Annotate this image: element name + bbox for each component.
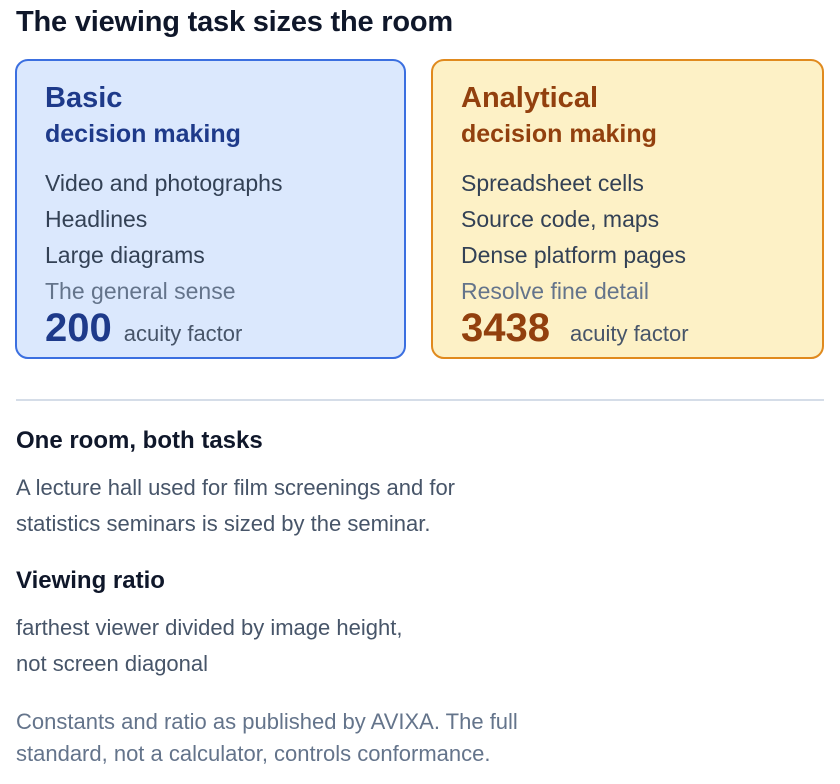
card-item: Source code, maps <box>461 206 660 232</box>
card-item: Large diagrams <box>45 242 205 268</box>
card-item: Spreadsheet cells <box>461 170 644 196</box>
acuity-factor-label: acuity factor <box>123 321 243 346</box>
acuity-factor-value: 200 <box>45 306 112 350</box>
card-note: The general sense <box>45 278 236 304</box>
acuity-factor-value: 3438 <box>461 306 550 350</box>
section-text-line: farthest viewer divided by image height, <box>16 615 403 640</box>
section-text-line: statistics seminars is sized by the semi… <box>16 511 431 536</box>
footnote-line: standard, not a calculator, controls con… <box>16 741 491 766</box>
card-item: Video and photographs <box>45 170 283 196</box>
section-text-line: not screen diagonal <box>16 651 209 676</box>
card-subtitle: decision making <box>45 120 241 148</box>
section-heading-one-room: One room, both tasks <box>16 427 263 454</box>
analytical-decision-card: Analytical decision making Spreadsheet c… <box>431 59 824 359</box>
card-note: Resolve fine detail <box>461 278 649 304</box>
card-item: Headlines <box>45 206 148 232</box>
card-item: Dense platform pages <box>461 242 687 268</box>
footnote-line: Constants and ratio as published by AVIX… <box>16 709 518 734</box>
section-text-line: A lecture hall used for film screenings … <box>16 475 456 500</box>
acuity-factor-label: acuity factor <box>569 321 689 346</box>
section-heading-viewing-ratio: Viewing ratio <box>16 567 165 594</box>
card-title: Basic <box>45 82 123 114</box>
page-title: The viewing task sizes the room <box>16 6 453 38</box>
footnote: Constants and ratio as published by AVIX… <box>16 706 518 770</box>
card-title: Analytical <box>461 82 598 114</box>
acuity-factor: 200 acuity factor <box>45 306 404 350</box>
acuity-factor: 3438 acuity factor <box>461 306 822 350</box>
section-divider <box>16 399 824 401</box>
card-subtitle: decision making <box>461 120 657 148</box>
basic-decision-card: Basic decision making Video and photogra… <box>15 59 406 359</box>
